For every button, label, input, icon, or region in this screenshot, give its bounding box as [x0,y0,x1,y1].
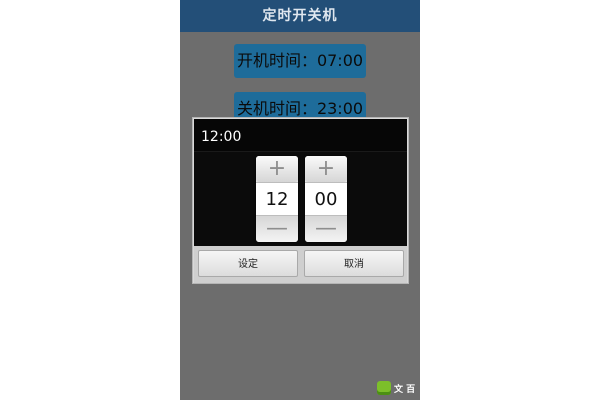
set-button-label: 设定 [238,259,258,270]
screenshot-stage: 定时开关机 开机时间：07:00 关机时间：23:00 12:00 + 12 — [0,0,600,400]
logo-icon [377,381,391,395]
dialog-header: 12:00 [194,119,407,152]
app-title: 定时开关机 [262,8,338,24]
plus-icon: + [267,156,287,181]
watermark: 文 百 [377,378,417,398]
minute-picker: + 00 — [305,156,347,242]
hour-picker: + 12 — [256,156,298,242]
hour-value[interactable]: 12 [256,182,298,216]
set-button[interactable]: 设定 [198,250,298,277]
minute-decrement-button[interactable]: — [305,216,347,242]
hour-increment-button[interactable]: + [256,156,298,182]
cancel-button[interactable]: 取消 [304,250,404,277]
minute-increment-button[interactable]: + [305,156,347,182]
watermark-text: 文 百 [394,384,416,395]
hour-decrement-button[interactable]: — [256,216,298,242]
dialog-header-time: 12:00 [201,129,242,145]
dialog-button-bar: 设定 取消 [194,246,407,283]
power-off-time-label: 关机时间：23:00 [236,99,364,118]
app-title-bar: 定时开关机 [180,0,420,32]
time-picker-dialog: 12:00 + 12 — + 00 — 设定 取消 [192,117,409,284]
minus-icon: — [315,216,337,241]
minute-value[interactable]: 00 [305,182,347,216]
minus-icon: — [266,216,288,241]
plus-icon: + [316,156,336,181]
dialog-picker-area: + 12 — + 00 — [194,152,407,246]
power-on-time-label: 开机时间：07:00 [236,51,364,70]
cancel-button-label: 取消 [344,259,364,270]
phone-screen: 定时开关机 开机时间：07:00 关机时间：23:00 12:00 + 12 — [180,0,420,400]
power-on-time-button[interactable]: 开机时间：07:00 [234,44,366,78]
